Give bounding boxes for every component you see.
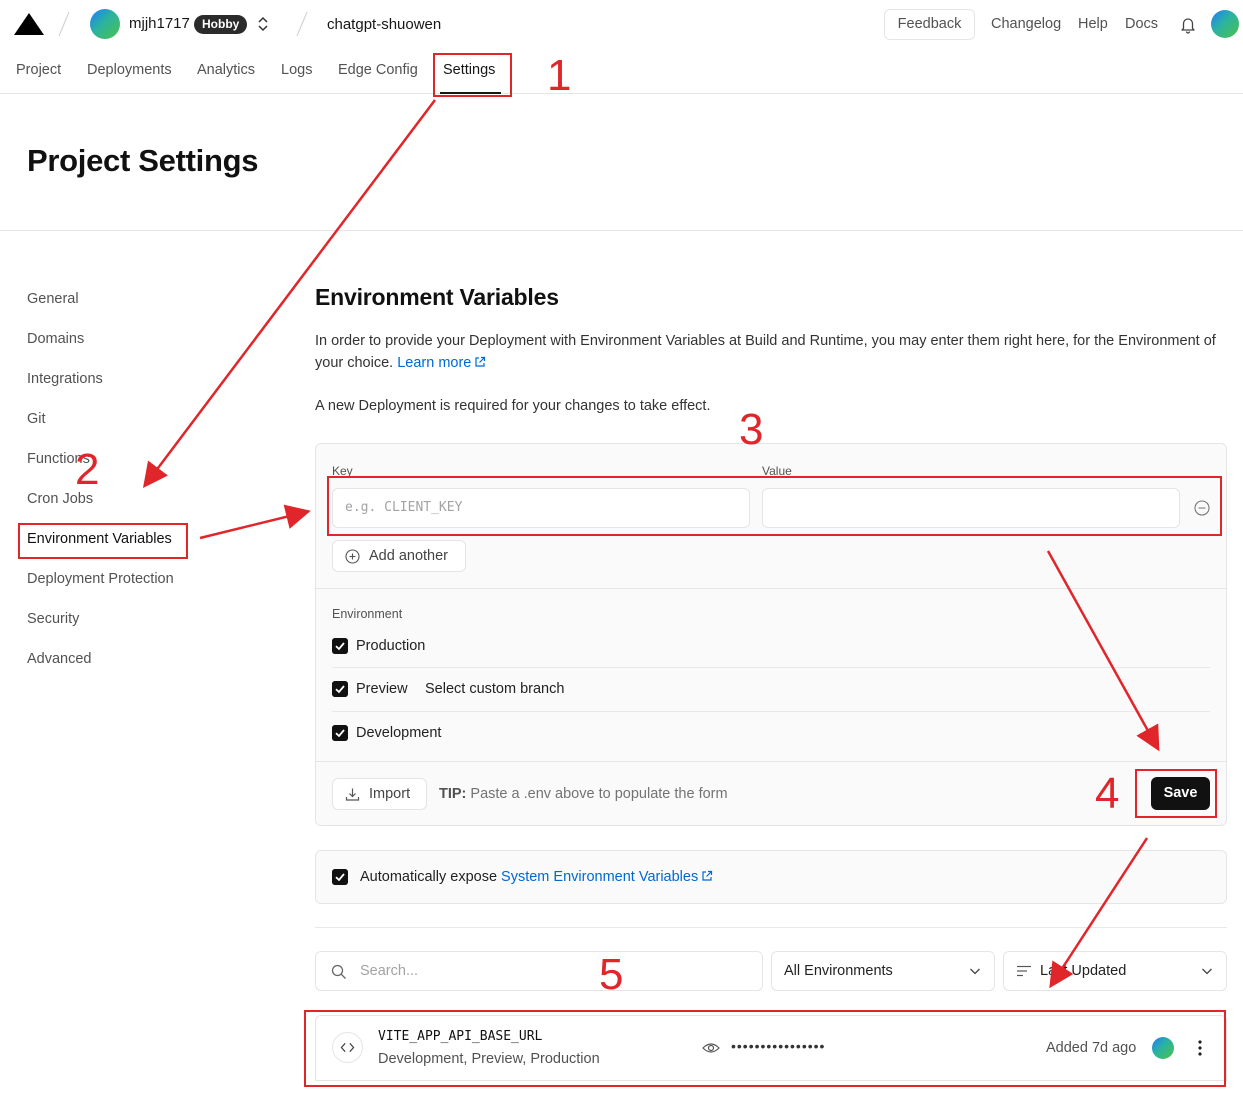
tip-text: TIP: Paste a .env above to populate the … <box>439 786 728 802</box>
annotation-number: 5 <box>599 950 624 999</box>
annotation-box-env-vars <box>18 523 188 559</box>
row-divider <box>332 711 1210 712</box>
production-label[interactable]: Production <box>356 638 425 654</box>
project-name[interactable]: chatgpt-shuowen <box>327 16 441 33</box>
external-link-icon <box>475 356 486 367</box>
tab-deployments[interactable]: Deployments <box>87 62 172 78</box>
notifications-bell-icon[interactable] <box>1175 12 1201 38</box>
arrow-2-to-3 <box>199 504 311 540</box>
production-checkbox[interactable] <box>332 638 348 654</box>
sort-value[interactable]: Last Updated <box>1040 963 1126 979</box>
top-bar: mjjh1717 Hobby chatgpt-shuowen Feedback … <box>0 0 1243 50</box>
page-title: Project Settings <box>27 143 259 178</box>
project-tabs: Project Deployments Analytics Logs Edge … <box>0 50 1243 94</box>
annotation-number: 3 <box>739 405 764 454</box>
team-name[interactable]: mjjh1717 <box>129 15 190 32</box>
breadcrumb-separator-icon <box>296 11 308 37</box>
annotation-box-row <box>304 1010 1226 1087</box>
row-divider <box>332 667 1210 668</box>
import-button[interactable]: Import <box>332 778 427 810</box>
tab-logs[interactable]: Logs <box>281 62 312 78</box>
preview-label[interactable]: Preview <box>356 681 408 697</box>
learn-more-link[interactable]: Learn more <box>397 355 486 371</box>
external-link-icon <box>702 870 713 881</box>
tip-prefix: TIP: <box>439 786 467 802</box>
form-footer: Import TIP: Paste a .env above to popula… <box>316 761 1226 825</box>
environment-label: Environment <box>332 607 403 621</box>
section-title: Environment Variables <box>315 284 559 310</box>
annotation-number: 1 <box>547 51 572 100</box>
sidebar-item-deployment-protection[interactable]: Deployment Protection <box>27 571 174 587</box>
tab-project[interactable]: Project <box>16 62 61 78</box>
development-checkbox[interactable] <box>332 725 348 741</box>
auto-expose-text: Automatically expose System Environment … <box>360 869 713 885</box>
team-avatar[interactable] <box>90 9 120 39</box>
annotation-number: 4 <box>1095 769 1120 818</box>
vercel-logo-icon[interactable] <box>13 12 45 36</box>
environment-section: Environment Production Preview Select cu… <box>316 589 1226 761</box>
redeploy-note: A new Deployment is required for your ch… <box>315 398 711 414</box>
sidebar-item-advanced[interactable]: Advanced <box>27 651 92 667</box>
development-label[interactable]: Development <box>356 725 441 741</box>
sort-lines-icon <box>1017 965 1031 977</box>
system-env-vars-label[interactable]: System Environment Variables <box>501 869 698 885</box>
download-icon <box>345 788 360 801</box>
feedback-button[interactable]: Feedback <box>884 9 975 40</box>
annotation-number: 2 <box>75 445 100 494</box>
preview-checkbox[interactable] <box>332 681 348 697</box>
learn-more-label[interactable]: Learn more <box>397 355 471 371</box>
changelog-link[interactable]: Changelog <box>991 16 1061 32</box>
select-custom-branch-link[interactable]: Select custom branch <box>425 681 564 697</box>
search-icon <box>331 964 346 979</box>
sidebar-item-security[interactable]: Security <box>27 611 79 627</box>
environment-filter-select[interactable]: All Environments <box>771 951 995 991</box>
breadcrumb-separator-icon <box>58 11 70 37</box>
chevron-down-icon <box>1202 968 1212 975</box>
sort-select[interactable]: Last Updated <box>1003 951 1227 991</box>
title-divider <box>0 230 1243 231</box>
add-another-label[interactable]: Add another <box>369 548 448 564</box>
add-another-button[interactable]: Add another <box>332 540 466 572</box>
annotation-box-inputs <box>327 476 1222 536</box>
plan-badge: Hobby <box>194 15 248 34</box>
annotation-box-save <box>1135 769 1217 818</box>
sidebar-item-git[interactable]: Git <box>27 411 46 427</box>
sidebar-item-general[interactable]: General <box>27 291 79 307</box>
sidebar-item-integrations[interactable]: Integrations <box>27 371 103 387</box>
user-avatar[interactable] <box>1211 10 1239 38</box>
tab-edge-config[interactable]: Edge Config <box>338 62 418 78</box>
import-label[interactable]: Import <box>369 786 410 802</box>
auto-expose-prefix: Automatically expose <box>360 869 498 885</box>
annotation-box-settings <box>433 53 512 97</box>
search-input[interactable] <box>360 952 750 990</box>
env-description: In order to provide your Deployment with… <box>315 330 1227 374</box>
sidebar-item-domains[interactable]: Domains <box>27 331 84 347</box>
environment-filter-value[interactable]: All Environments <box>784 963 893 979</box>
team-switcher-icon[interactable] <box>256 14 270 34</box>
system-env-vars-link[interactable]: System Environment Variables <box>501 869 713 885</box>
search-field[interactable] <box>315 951 763 991</box>
docs-link[interactable]: Docs <box>1125 16 1158 32</box>
help-link[interactable]: Help <box>1078 16 1108 32</box>
list-divider <box>315 927 1227 928</box>
chevron-down-icon <box>970 968 980 975</box>
tab-analytics[interactable]: Analytics <box>197 62 255 78</box>
tip-body: Paste a .env above to populate the form <box>470 786 728 802</box>
plus-circle-icon <box>345 549 360 564</box>
auto-expose-card: Automatically expose System Environment … <box>315 850 1227 904</box>
auto-expose-checkbox[interactable] <box>332 869 348 885</box>
